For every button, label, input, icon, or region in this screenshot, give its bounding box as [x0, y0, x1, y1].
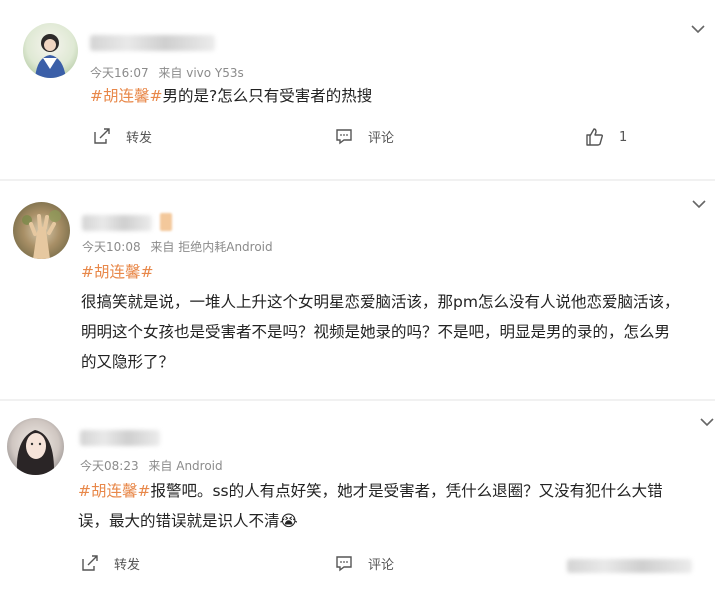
post-text: #胡连馨#男的是?怎么只有受害者的热搜: [90, 81, 372, 111]
like-count: 1: [619, 129, 628, 145]
chevron-down-icon[interactable]: [698, 413, 715, 431]
repost-label: 转发: [126, 130, 153, 146]
repost-icon: [94, 128, 110, 144]
avatar[interactable]: [13, 202, 70, 259]
post-text-line-2: 误，最大的错误就是识人不清😭: [78, 512, 298, 530]
post-time: 今天16:07: [90, 66, 149, 80]
watermark-blurred: [567, 559, 692, 573]
post-source: 来自 拒绝内耗Android: [150, 240, 273, 254]
post-source: 来自 Android: [148, 459, 223, 473]
post-text: #胡连馨#报警吧。ss的人有点好笑，她才是受害者，凭什么退圈？又没有犯什么大错 …: [78, 476, 663, 536]
divider: [0, 399, 715, 401]
hashtag-link[interactable]: #胡连馨#: [90, 87, 162, 105]
divider: [0, 179, 715, 181]
chevron-down-icon[interactable]: [689, 20, 707, 38]
username-blurred[interactable]: [82, 215, 152, 231]
like-button[interactable]: 1: [585, 127, 627, 147]
comment-icon: [336, 556, 352, 572]
post-text-content: 男的是?怎么只有受害者的热搜: [162, 87, 373, 105]
chevron-down-icon[interactable]: [690, 195, 708, 213]
hashtag-line: #胡连馨#: [81, 257, 153, 287]
post-meta: 今天10:08 来自 拒绝内耗Android: [82, 238, 279, 255]
comment-post-2: 今天10:08 来自 拒绝内耗Android #胡连馨# 很搞笑就是说，一堆人上…: [0, 185, 715, 400]
repost-label: 转发: [114, 557, 141, 573]
post-text-content: 报警吧。ss的人有点好笑，她才是受害者，凭什么退圈？又没有犯什么大错: [150, 482, 663, 500]
post-meta: 今天16:07 来自 vivo Y53s: [90, 64, 250, 81]
comment-button[interactable]: 评论: [334, 126, 394, 146]
repost-icon: [82, 555, 98, 571]
post-time: 今天10:08: [82, 240, 141, 254]
post-source: 来自 vivo Y53s: [158, 66, 244, 80]
post-text-line-1: #胡连馨#报警吧。ss的人有点好笑，她才是受害者，凭什么退圈？又没有犯什么大错: [78, 476, 663, 506]
comment-button[interactable]: 评论: [334, 553, 394, 573]
hashtag-link[interactable]: #胡连馨#: [81, 263, 153, 281]
post-meta: 今天08:23 来自 Android: [80, 457, 229, 474]
comment-post-3: 今天08:23 来自 Android #胡连馨#报警吧。ss的人有点好笑，她才是…: [0, 405, 715, 591]
hashtag-link[interactable]: #胡连馨#: [78, 482, 150, 500]
post-text-line-3: 的又隐形了？: [81, 353, 175, 371]
thumbs-up-icon: [586, 128, 604, 146]
avatar[interactable]: [7, 418, 64, 475]
crying-emoji-icon: 😭: [279, 512, 298, 530]
comment-post-1: 今天16:07 来自 vivo Y53s #胡连馨#男的是?怎么只有受害者的热搜…: [0, 0, 715, 170]
repost-button[interactable]: 转发: [92, 126, 152, 146]
username-blurred[interactable]: [80, 430, 160, 446]
comment-label: 评论: [368, 130, 395, 146]
post-text: 很搞笑就是说，一堆人上升这个女明星恋爱脑活该，那pm怎么没有人说他恋爱脑活该， …: [81, 287, 679, 377]
post-text-line-2: 明明这个女孩也是受害者不是吗？视频是她录的吗？不是吧，明显是男的录的，怎么男: [81, 323, 671, 341]
comment-icon: [336, 129, 352, 145]
post-time: 今天08:23: [80, 459, 139, 473]
username-blurred[interactable]: [90, 35, 215, 51]
avatar[interactable]: [23, 23, 78, 78]
username-badge: [160, 213, 172, 231]
repost-button[interactable]: 转发: [80, 553, 140, 573]
post-text-line-1: 很搞笑就是说，一堆人上升这个女明星恋爱脑活该，那pm怎么没有人说他恋爱脑活该，: [81, 293, 680, 311]
comment-label: 评论: [368, 557, 395, 573]
